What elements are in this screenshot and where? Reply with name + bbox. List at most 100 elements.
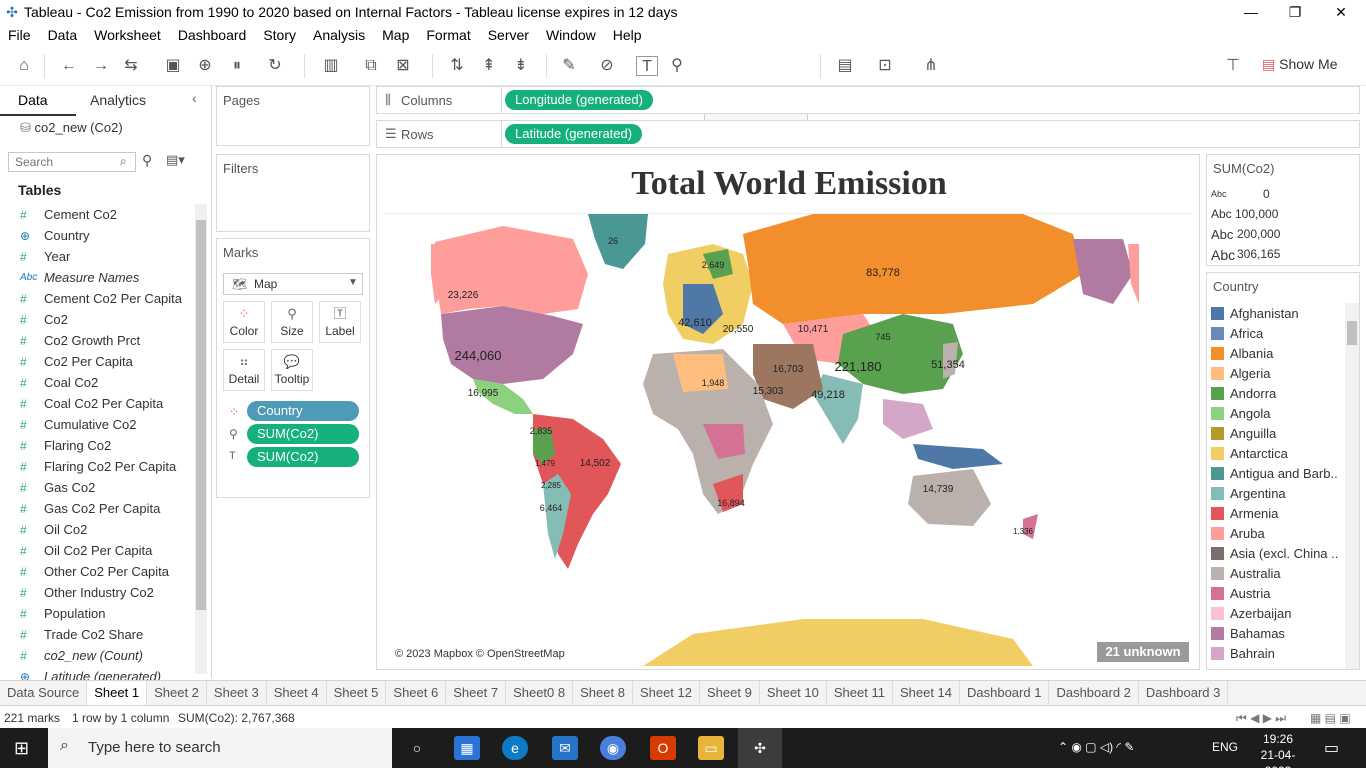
field-item[interactable]: # Other Co2 Per Capita	[0, 561, 195, 582]
mark-type-dropdown[interactable]: 🗺 Map ▼	[223, 273, 363, 295]
restore-button[interactable]: ❐	[1272, 0, 1318, 24]
menu-help[interactable]: Help	[605, 27, 651, 43]
sheet-tab[interactable]: Sheet 14	[893, 681, 960, 705]
new-datasource-icon[interactable]: ⊕	[194, 56, 216, 76]
view-options-icon[interactable]: ▤▾	[166, 152, 185, 168]
sheet-tab[interactable]: Sheet 7	[446, 681, 507, 705]
size-sum-co2-pill[interactable]: SUM(Co2)	[247, 424, 359, 444]
edge-icon[interactable]: e	[502, 736, 528, 760]
field-item[interactable]: # Gas Co2	[0, 477, 195, 498]
field-item[interactable]: # Co2 Per Capita	[0, 351, 195, 372]
legend-item[interactable]: Antigua and Barb..	[1211, 463, 1343, 483]
sheet-tab[interactable]: Sheet0 8	[506, 681, 574, 705]
share-icon[interactable]: ⋔	[920, 56, 942, 76]
sheet-tab[interactable]: Sheet 12	[633, 681, 700, 705]
filters-card[interactable]: Filters	[216, 154, 370, 232]
sheet-tab[interactable]: Sheet 3	[207, 681, 267, 705]
sheet-tab[interactable]: Sheet 10	[760, 681, 827, 705]
redo-icon[interactable]: →	[90, 56, 112, 76]
search-input[interactable]	[8, 152, 136, 172]
pages-card[interactable]: Pages	[216, 86, 370, 146]
filter-icon[interactable]: ⚲	[142, 152, 152, 169]
replay-icon[interactable]: ⇆	[120, 56, 142, 76]
menu-analysis[interactable]: Analysis	[305, 27, 374, 43]
tooltip-button[interactable]: 💬 Tooltip	[271, 349, 313, 391]
fix-axes-icon[interactable]: ⚲	[666, 56, 688, 76]
usa-region[interactable]	[441, 306, 583, 384]
windows-start-icon[interactable]: ⊞	[14, 738, 29, 759]
legend-item[interactable]: Aruba	[1211, 523, 1343, 543]
legend-item[interactable]: Anguilla	[1211, 423, 1343, 443]
tab-analytics[interactable]: Analytics	[90, 92, 146, 108]
field-item[interactable]: # Population	[0, 603, 195, 624]
sheet-tab[interactable]: Dashboard 3	[1139, 681, 1229, 705]
russia-region[interactable]	[743, 214, 1083, 324]
duplicate-sheet-icon[interactable]: ⧉	[360, 56, 382, 76]
label-button[interactable]: 🅃 Label	[319, 301, 361, 343]
legend-item[interactable]: Algeria	[1211, 363, 1343, 383]
legend-item[interactable]: Afghanistan	[1211, 303, 1343, 323]
field-item[interactable]: # Oil Co2 Per Capita	[0, 540, 195, 561]
field-item[interactable]: Abc Measure Names	[0, 267, 195, 288]
legend-item[interactable]: Australia	[1211, 563, 1343, 583]
field-item[interactable]: # Flaring Co2 Per Capita	[0, 456, 195, 477]
legend-item[interactable]: Angola	[1211, 403, 1343, 423]
menu-file[interactable]: File	[0, 27, 40, 43]
collapse-pane-icon[interactable]: ‹	[192, 90, 197, 106]
field-item[interactable]: # Coal Co2 Per Capita	[0, 393, 195, 414]
sort-descending-icon[interactable]: ⇟	[510, 56, 532, 76]
legend-item[interactable]: Andorra	[1211, 383, 1343, 403]
field-item[interactable]: ⊕ Country	[0, 225, 195, 246]
australia-region[interactable]	[908, 469, 991, 526]
legend-item[interactable]: Austria	[1211, 583, 1343, 603]
latitude-pill[interactable]: Latitude (generated)	[505, 124, 643, 144]
menu-story[interactable]: Story	[255, 27, 305, 43]
group-members-icon[interactable]: ⊘	[596, 56, 618, 76]
store-icon[interactable]: ▦	[454, 736, 480, 760]
world-map[interactable]: 83,778 244,060 221,180 23,226 14,502 14,739 49…	[383, 213, 1193, 666]
chrome-icon[interactable]: ◉	[600, 736, 626, 760]
sheet-tab[interactable]: Sheet 11	[827, 681, 893, 705]
tab-data[interactable]: Data	[18, 92, 48, 108]
legend-item[interactable]: Argentina	[1211, 483, 1343, 503]
legend-item[interactable]: Albania	[1211, 343, 1343, 363]
field-item[interactable]: # Other Industry Co2	[0, 582, 195, 603]
longitude-pill[interactable]: Longitude (generated)	[505, 90, 653, 110]
rows-shelf[interactable]: ☰ Rows Latitude (generated)	[376, 120, 1360, 148]
detail-button[interactable]: ⠶ Detail	[223, 349, 265, 391]
menu-data[interactable]: Data	[40, 27, 87, 43]
sheet-tab[interactable]: Data Source	[0, 681, 88, 705]
field-item[interactable]: # Co2 Growth Prct	[0, 330, 195, 351]
clear-sheet-icon[interactable]: ⊠	[392, 56, 414, 76]
field-item[interactable]: # Cement Co2 Per Capita	[0, 288, 195, 309]
size-button[interactable]: ⚲ Size	[271, 301, 313, 343]
field-item[interactable]: # Oil Co2	[0, 519, 195, 540]
close-button[interactable]: ✕	[1318, 0, 1364, 24]
presentation-mode-icon[interactable]: ⊡	[874, 56, 896, 76]
sort-ascending-icon[interactable]: ⇞	[478, 56, 500, 76]
field-item[interactable]: # Trade Co2 Share	[0, 624, 195, 645]
unknown-indicator[interactable]: 21 unknown	[1097, 642, 1189, 662]
legend-scrollbar[interactable]	[1345, 303, 1359, 669]
legend-scroll-thumb[interactable]	[1347, 321, 1357, 345]
new-worksheet-icon[interactable]: ▥	[320, 56, 342, 76]
home-icon[interactable]: ⌂	[13, 56, 35, 76]
field-item[interactable]: # Cumulative Co2	[0, 414, 195, 435]
show-labels-icon[interactable]: T	[636, 56, 658, 76]
sheet-nav-icon[interactable]: ⏮ ◀ ▶ ⏭	[1236, 711, 1286, 726]
menu-dashboard[interactable]: Dashboard	[170, 27, 256, 43]
menu-server[interactable]: Server	[480, 27, 538, 43]
show-me-button[interactable]: ▤ Show Me	[1262, 56, 1337, 73]
file-explorer-icon[interactable]: ▭	[698, 736, 724, 760]
mail-icon[interactable]: ✉	[552, 736, 578, 760]
field-item[interactable]: # Co2	[0, 309, 195, 330]
columns-shelf[interactable]: ⫼ Columns Longitude (generated)	[376, 86, 1360, 114]
sheet-tab[interactable]: Dashboard 2	[1049, 681, 1139, 705]
sheet-tab[interactable]: Sheet 4	[267, 681, 327, 705]
field-item[interactable]: # Flaring Co2	[0, 435, 195, 456]
sheet-tab[interactable]: Sheet 9	[700, 681, 760, 705]
field-list-scroll-thumb[interactable]	[196, 220, 206, 610]
menu-map[interactable]: Map	[374, 27, 418, 43]
legend-item[interactable]: Antarctica	[1211, 443, 1343, 463]
sheet-tab[interactable]: Dashboard 1	[960, 681, 1050, 705]
